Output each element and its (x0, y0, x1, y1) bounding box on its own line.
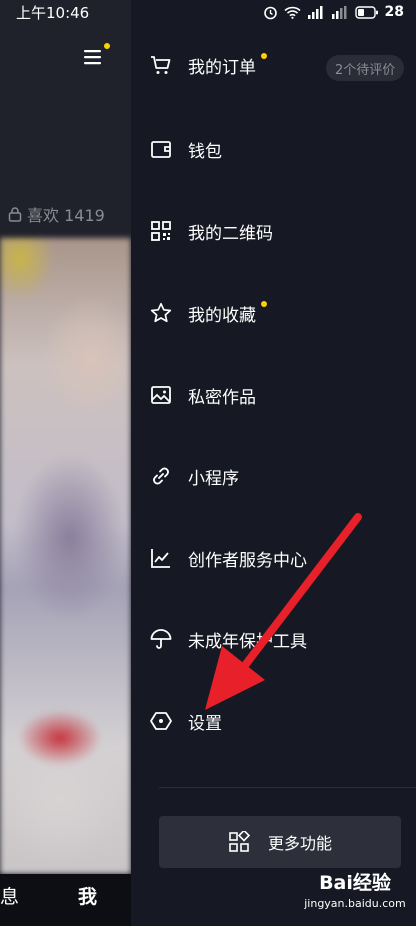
menu-item-label: 我的收藏 (188, 305, 256, 326)
status-bar: 上午10:46 28 (0, 0, 416, 24)
more-features-button[interactable]: 更多功能 (159, 816, 401, 868)
tab-messages[interactable]: 息 (0, 882, 19, 909)
notification-dot (104, 43, 110, 49)
divider (159, 787, 416, 788)
menu-item-wallet[interactable]: 钱包 (131, 119, 416, 179)
menu-item-label: 私密作品 (188, 387, 256, 408)
more-features-label: 更多功能 (267, 834, 332, 853)
battery-level: 28 (384, 4, 404, 20)
menu-item-label: 未成年保护工具 (188, 631, 307, 652)
menu-item-creator-center[interactable]: 创作者服务中心 (131, 528, 416, 588)
lock-icon (8, 207, 22, 222)
signal-hd-icon (331, 5, 347, 19)
likes-label: 喜欢 1419 (27, 206, 105, 225)
star-icon (149, 301, 173, 325)
menu-item-label: 创作者服务中心 (188, 550, 307, 571)
menu-item-mini-programs[interactable]: 小程序 (131, 446, 416, 506)
baidu-jingyan-watermark: Bai经验 jingyan.baidu.com (296, 868, 414, 924)
qr-code-icon (149, 219, 173, 243)
menu-item-label: 小程序 (188, 468, 239, 489)
status-time: 上午10:46 (16, 3, 90, 22)
likes-tab[interactable]: 喜欢 1419 (8, 203, 105, 225)
bottom-tab-bar: 息 我 (0, 874, 131, 926)
menu-item-label: 钱包 (188, 141, 222, 162)
side-drawer: 我的订单 2个待评价 钱包 我的二维码 我的收藏 私密作品 小程序 创作者服务中… (131, 0, 416, 926)
grid-apps-icon (229, 831, 250, 852)
chart-icon (149, 546, 173, 570)
menu-item-label: 我的二维码 (188, 223, 273, 244)
menu-item-minor-protection[interactable]: 未成年保护工具 (131, 609, 416, 669)
signal-icon (307, 5, 323, 19)
menu-item-label: 设置 (188, 713, 222, 734)
cart-icon (149, 53, 173, 77)
menu-item-favorites[interactable]: 我的收藏 (131, 283, 416, 343)
tab-me[interactable]: 我 (78, 882, 97, 909)
new-dot (261, 301, 267, 307)
wallet-icon (149, 137, 173, 161)
umbrella-icon (149, 627, 173, 651)
menu-item-private-works[interactable]: 私密作品 (131, 365, 416, 425)
pending-review-badge[interactable]: 2个待评价 (326, 55, 405, 81)
profile-page-background: 喜欢 1419 息 我 (0, 0, 131, 926)
wifi-icon (283, 6, 301, 19)
hexagon-settings-icon (149, 709, 173, 733)
private-image-icon (149, 383, 173, 407)
battery-icon (354, 5, 378, 19)
watermark-url: jingyan.baidu.com (304, 897, 406, 910)
link-icon (149, 464, 173, 488)
status-icons: 28 (263, 4, 404, 20)
menu-item-label: 我的订单 (188, 57, 256, 78)
blurred-video-grid (0, 238, 131, 874)
new-dot (261, 53, 267, 59)
alarm-icon (263, 6, 277, 19)
menu-item-settings[interactable]: 设置 (131, 691, 416, 751)
hamburger-menu-icon[interactable] (82, 46, 104, 68)
menu-item-qr-code[interactable]: 我的二维码 (131, 201, 416, 261)
watermark-brand: Bai经验 (319, 872, 391, 894)
